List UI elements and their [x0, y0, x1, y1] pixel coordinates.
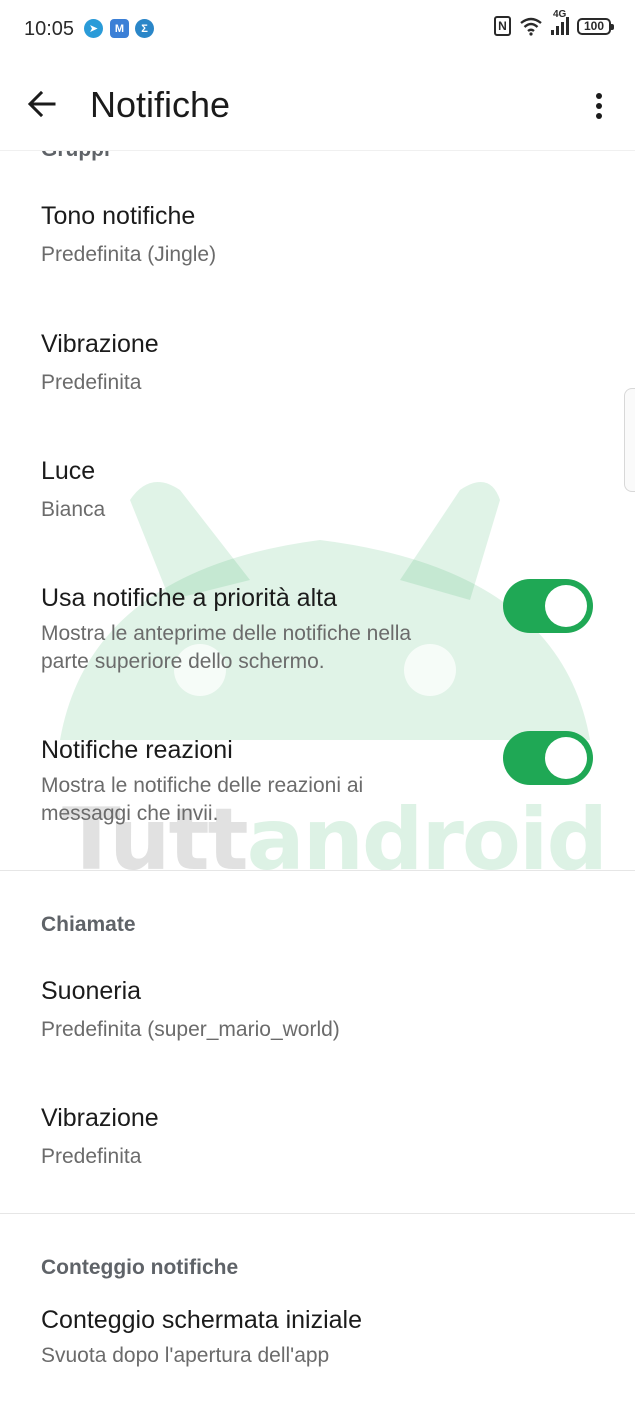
status-indicators: N 4G 100	[494, 9, 614, 36]
setting-value: Predefinita	[41, 371, 142, 394]
status-time: 10:05	[24, 18, 75, 40]
setting-notifiche-reazioni[interactable]: Notifiche reazioni Mostra le notifiche d…	[0, 724, 635, 854]
toggle-knob	[545, 737, 587, 779]
setting-title: Conteggio schermata iniziale	[41, 1306, 363, 1334]
setting-title: Luce	[41, 457, 96, 485]
notification-settings-screen: Tuttandroid 10:05 ➤ M Σ N 4G 100 Notific…	[0, 0, 635, 1411]
arrow-back-icon	[27, 90, 56, 118]
setting-conteggio-schermata[interactable]: Conteggio schermata iniziale Svuota dopo…	[0, 1294, 635, 1384]
more-options-icon[interactable]	[579, 84, 619, 128]
section-divider	[0, 870, 635, 871]
cell-signal-icon: 4G	[551, 9, 569, 35]
page-title: Notifiche	[90, 84, 231, 125]
app-bar: Notifiche	[0, 60, 635, 151]
edge-panel-handle[interactable]	[624, 388, 635, 492]
notifiche-reazioni-toggle[interactable]	[503, 731, 593, 785]
battery-icon: 100	[577, 17, 614, 35]
setting-vibrazione-gruppi[interactable]: Vibrazione Predefinita	[0, 318, 635, 428]
setting-title: Usa notifiche a priorità alta	[41, 584, 337, 612]
setting-value: Predefinita (super_mario_world)	[41, 1018, 340, 1041]
telegram-icon: ➤	[84, 19, 103, 38]
mail-icon: M	[110, 19, 129, 38]
setting-luce[interactable]: Luce Bianca	[0, 445, 635, 555]
setting-description: Mostra le notifiche delle reazioni ai me…	[41, 774, 364, 825]
setting-description: Mostra le anteprime delle notifiche nell…	[41, 622, 412, 673]
setting-value: Svuota dopo l'apertura dell'app	[41, 1344, 330, 1367]
back-button[interactable]	[18, 80, 66, 128]
sigma-icon: Σ	[135, 19, 154, 38]
toggle-knob	[545, 585, 587, 627]
setting-title: Suoneria	[41, 977, 142, 1005]
priorita-alta-toggle[interactable]	[503, 579, 593, 633]
nfc-icon: N	[494, 16, 511, 36]
section-divider	[0, 1213, 635, 1214]
section-header-conteggio: Conteggio notifiche	[41, 1256, 239, 1279]
setting-title: Tono notifiche	[41, 202, 196, 230]
setting-vibrazione-chiamate[interactable]: Vibrazione Predefinita	[0, 1092, 635, 1202]
setting-priorita-alta[interactable]: Usa notifiche a priorità alta Mostra le …	[0, 572, 635, 702]
setting-title: Vibrazione	[41, 1104, 159, 1132]
setting-value: Predefinita	[41, 1145, 142, 1168]
section-header-chiamate: Chiamate	[41, 913, 136, 936]
setting-value: Predefinita (Jingle)	[41, 243, 217, 266]
setting-tono-notifiche[interactable]: Tono notifiche Predefinita (Jingle)	[0, 190, 635, 300]
setting-value: Bianca	[41, 498, 106, 521]
status-bar: 10:05 ➤ M Σ N 4G 100	[0, 0, 635, 60]
setting-title: Vibrazione	[41, 330, 159, 358]
setting-suoneria[interactable]: Suoneria Predefinita (super_mario_world)	[0, 965, 635, 1075]
setting-title: Notifiche reazioni	[41, 736, 233, 764]
wifi-icon	[520, 17, 542, 36]
